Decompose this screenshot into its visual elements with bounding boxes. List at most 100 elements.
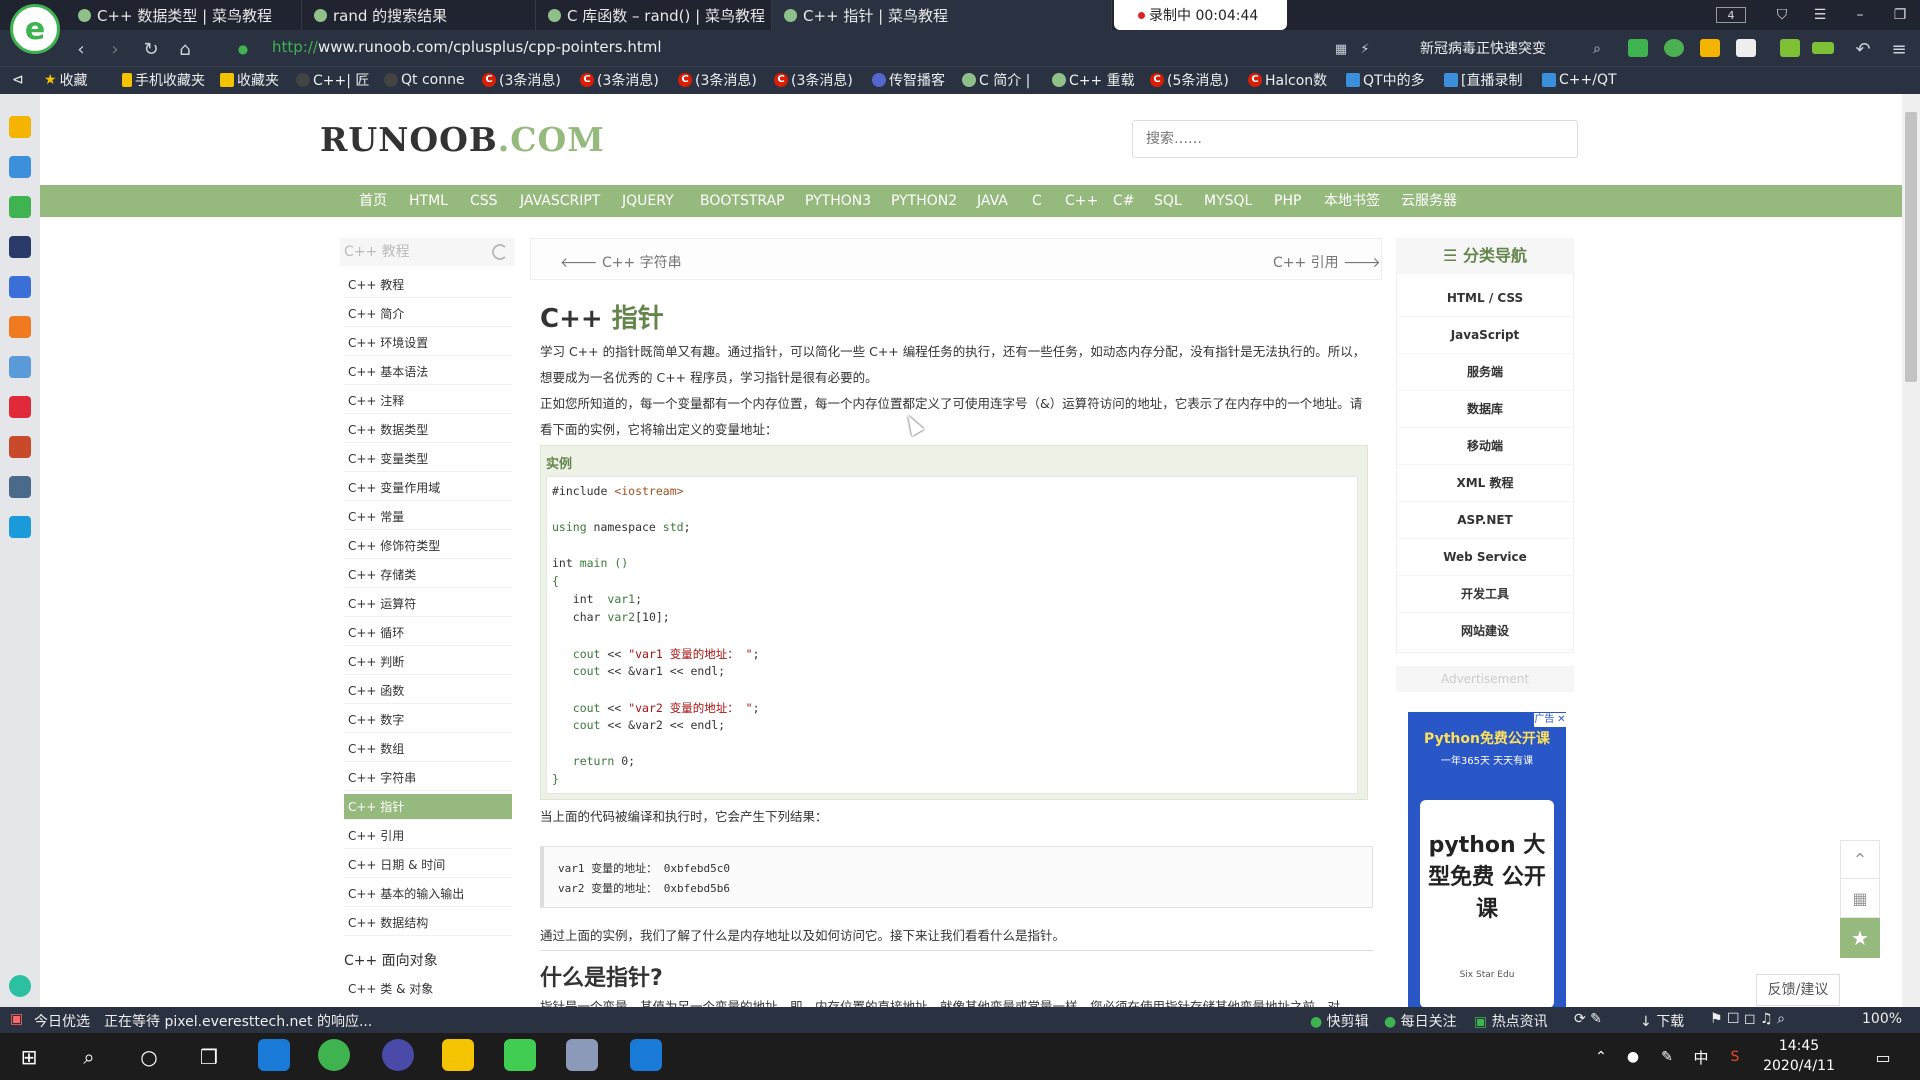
pay-icon[interactable] [9,516,31,538]
nav-mysql[interactable]: MYSQL [1204,185,1252,217]
bookmark-item[interactable]: 手机收藏夹 [122,66,205,94]
task-view-icon[interactable]: ❒ [192,1040,226,1074]
bookmark-item[interactable]: 传智播客 [872,66,945,94]
bookmark-item[interactable]: C++/QT [1542,66,1617,94]
category-nav-item[interactable]: HTML / CSS [1396,280,1574,317]
game-icon[interactable] [9,356,31,378]
category-nav-item[interactable]: XML 教程 [1396,465,1574,502]
sidebar-item[interactable]: C++ 数据类型 [344,417,512,443]
sidebar-item[interactable]: C++ 注释 [344,388,512,414]
bookmark-item[interactable]: 收藏夹 [220,66,279,94]
sidebar-item[interactable]: C++ 基本的输入输出 [344,881,512,907]
sidebar-item[interactable]: C++ 教程 [344,272,512,298]
nav-java[interactable]: JAVA [977,185,1008,217]
status-download[interactable]: ↓ 下载 [1640,1011,1684,1031]
bookmark-item[interactable]: C (3条消息) [580,66,659,94]
cut-icon[interactable] [1628,39,1648,57]
url-input[interactable]: http://www.runoob.com/cplusplus/cpp-poin… [272,38,662,58]
favorites-icon[interactable] [9,116,31,138]
nav-php[interactable]: PHP [1274,185,1301,217]
minimize-icon[interactable]: – [1840,0,1880,30]
nav-javascript[interactable]: JAVASCRIPT [520,185,600,217]
shirt-icon[interactable]: ⛉ [1762,0,1802,30]
app-icon[interactable] [9,236,31,258]
zoom-level[interactable]: 100% [1862,1011,1902,1027]
nav-c[interactable]: C [1032,185,1042,217]
shop-icon[interactable] [9,396,31,418]
qr-icon[interactable]: ▦ [1328,37,1354,61]
category-nav-item[interactable]: 网站建设 [1396,613,1574,650]
bookmark-item[interactable]: C (3条消息) [482,66,561,94]
sidebar-item[interactable]: C++ 引用 [344,823,512,849]
search-icon[interactable]: ⌕ [72,1040,106,1074]
bookmark-item[interactable]: Qt conne [384,66,465,94]
category-nav-item[interactable]: Web Service [1396,539,1574,576]
browser-tab-2[interactable]: rand 的搜索结果 [302,0,536,30]
mail-icon[interactable] [9,196,31,218]
collapse-icon[interactable]: ⊲ [12,66,24,94]
settings-icon[interactable]: ≡ [1886,37,1912,61]
bookmark-item[interactable]: C Halcon数 [1248,66,1327,94]
menu-icon[interactable]: ☰ [1800,0,1840,30]
sidebar-item[interactable]: C++ 数字 [344,707,512,733]
browser-tab-active[interactable]: C++ 指针 | 菜鸟教程 [772,0,1112,30]
scrollbar-thumb[interactable] [1905,112,1917,382]
document-icon[interactable] [9,276,31,298]
sidebar-item[interactable]: C++ 字符串 [344,765,512,791]
bookmark-item[interactable]: C (3条消息) [774,66,853,94]
category-nav-item[interactable]: 开发工具 [1396,576,1574,613]
category-nav-item[interactable]: 服务端 [1396,354,1574,391]
status-clip[interactable]: ● 快剪辑 [1310,1011,1369,1031]
status-tools[interactable]: ⚑ ☐ ◻ ♫ ⌕ [1710,1011,1785,1027]
back-to-top-icon[interactable]: ⌃ [1840,840,1880,880]
bookmark-item[interactable]: [直播录制 [1444,66,1522,94]
category-nav-item[interactable]: 移动端 [1396,428,1574,465]
app-icon[interactable] [566,1039,598,1071]
reload-icon[interactable]: ↻ [138,37,164,61]
nav-python2[interactable]: PYTHON2 [891,185,957,217]
prev-link[interactable]: 🡐 C++ 字符串 [560,252,682,272]
bookmark-favorites[interactable]: ★ 收藏 [44,66,88,94]
bookmark-item[interactable]: C (5条消息) [1150,66,1229,94]
game-icon[interactable] [9,436,31,458]
sidebar-item[interactable]: C++ 运算符 [344,591,512,617]
nav-bootstrap[interactable]: BOOTSTRAP [700,185,785,217]
nav-cpp[interactable]: C++ [1065,185,1098,217]
next-link[interactable]: C++ 引用 🡒 [1273,252,1381,272]
tray-up-icon[interactable]: ⌃ [1584,1040,1618,1074]
sidebar-item[interactable]: C++ 判断 [344,649,512,675]
sidebar-item[interactable]: C++ 变量类型 [344,446,512,472]
game-icon[interactable] [9,316,31,338]
nav-home[interactable]: 首页 [359,185,387,217]
site-logo[interactable]: RUNOOB.COM [320,120,605,159]
extension-icon[interactable] [1664,39,1684,57]
nav-csharp[interactable]: C# [1113,185,1135,217]
news-ticker[interactable]: 新冠病毒正快速突变 [1420,38,1546,58]
sidebar-item[interactable]: C++ 简介 [344,301,512,327]
forward-icon[interactable]: › [102,37,128,61]
nav-python3[interactable]: PYTHON3 [805,185,871,217]
bookmark-item[interactable]: C++| 匠 [296,66,369,94]
category-nav-item[interactable]: ASP.NET [1396,502,1574,539]
site-search-input[interactable] [1132,120,1578,158]
undo-icon[interactable]: ↶ [1850,37,1876,61]
sidebar-item[interactable]: C++ 数据结构 [344,910,512,936]
sidebar-item[interactable]: C++ 循环 [344,620,512,646]
flash-icon[interactable]: ⚡ [1352,37,1378,61]
notification-icon[interactable]: ▭ [1866,1040,1900,1074]
gift-icon[interactable]: ▣ [10,1011,23,1027]
edge-icon[interactable] [258,1039,290,1071]
sidebar-item[interactable]: C++ 函数 [344,678,512,704]
browser-tab-3[interactable]: C 库函数 – rand() | 菜鸟教程 [536,0,772,30]
nav-css[interactable]: CSS [470,185,498,217]
status-daily[interactable]: ● 每日关注 [1384,1011,1457,1031]
sidebar-item[interactable]: C++ 常量 [344,504,512,530]
nav-bookmarks[interactable]: 本地书签 [1324,185,1380,217]
taskbar-clock[interactable]: 14:45 2020/4/11 [1754,1036,1844,1076]
sidebar-item[interactable]: C++ 变量作用域 [344,475,512,501]
sidebar-item[interactable]: C++ 存储类 [344,562,512,588]
sidebar-item[interactable]: C++ 数组 [344,736,512,762]
app-icon[interactable] [382,1039,414,1071]
status-icons[interactable]: ⟳ ✎ [1574,1011,1602,1027]
feedback-button[interactable]: 反馈/建议 [1756,974,1840,1006]
